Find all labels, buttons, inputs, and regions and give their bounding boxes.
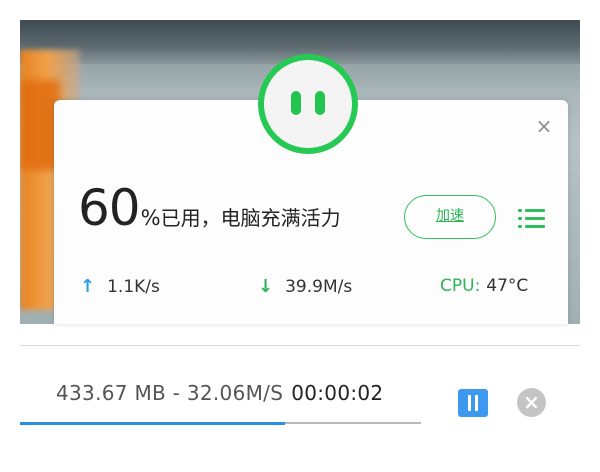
face-mascot-icon[interactable] [258,54,358,154]
upload-speed: ↑ 1.1K/s [80,276,160,297]
download-size-speed: 433.67 MB - 32.06M/S [56,381,284,405]
close-icon[interactable]: × [535,116,553,136]
download-speed: ↓ 39.9M/s [258,276,352,297]
mascot-face [264,60,352,148]
section-divider [20,345,580,346]
mascot-left-eye [291,91,301,115]
download-elapsed: 00:00:02 [291,381,384,405]
usage-percent-sign: % [140,206,161,230]
cpu-label: CPU: [440,276,481,296]
pause-icon[interactable] [458,389,488,417]
memory-usage: 60 % 已用，电脑充满活力 [78,183,341,233]
usage-message: 已用，电脑充满活力 [160,206,341,230]
cpu-temp-value: 47°C [486,276,529,296]
download-progress-bar [20,422,421,425]
download-speed-value: 39.9M/s [285,276,353,297]
upload-arrow-icon: ↑ [80,276,96,297]
download-status: 433.67 MB - 32.06M/S 00:00:02 [56,381,383,405]
boost-button[interactable]: 加速 [404,195,496,239]
menu-list-icon[interactable] [518,207,546,229]
cpu-temperature: CPU: 47°C [440,276,528,296]
upload-speed-value: 1.1K/s [107,276,160,297]
mascot-right-eye [315,91,325,115]
download-progress-fill [20,422,285,425]
cancel-icon[interactable]: × [517,388,546,417]
usage-percent-value: 60 [78,179,141,237]
download-arrow-icon: ↓ [258,276,274,297]
